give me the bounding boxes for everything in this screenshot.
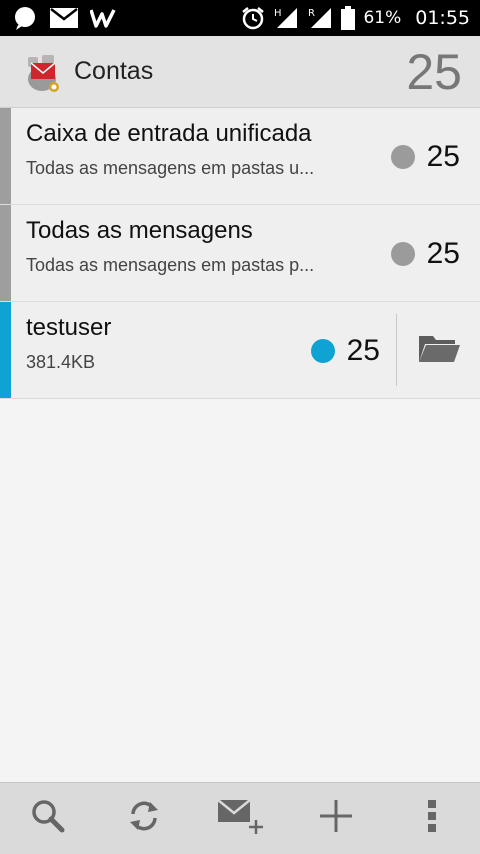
folder-icon bbox=[417, 332, 461, 369]
clock: 01:55 bbox=[415, 7, 470, 29]
account-title: Caixa de entrada unificada bbox=[26, 120, 312, 147]
unread-count: 25 bbox=[426, 236, 460, 270]
account-subtitle: Todas as mensagens em pastas u... bbox=[26, 158, 315, 178]
battery-icon bbox=[341, 6, 356, 30]
w-app-icon bbox=[90, 8, 116, 28]
unread-dot-icon bbox=[390, 144, 415, 169]
account-list: Caixa de entrada unificada Todas as mens… bbox=[0, 108, 480, 399]
account-title: Todas as mensagens bbox=[26, 217, 253, 244]
refresh-button[interactable] bbox=[114, 789, 174, 849]
add-account-button[interactable] bbox=[306, 789, 366, 849]
signal-r-icon: R bbox=[307, 6, 333, 30]
signal-h-icon: H bbox=[273, 6, 299, 30]
bottom-toolbar bbox=[0, 782, 480, 854]
unread-count: 25 bbox=[346, 333, 380, 367]
alarm-icon bbox=[241, 6, 265, 30]
gmail-icon bbox=[50, 8, 78, 28]
unread-dot-icon bbox=[310, 338, 335, 363]
action-bar: Contas 25 bbox=[0, 36, 480, 108]
unread-indicator: 25 bbox=[390, 108, 460, 205]
account-subtitle: Todas as mensagens em pastas p... bbox=[26, 255, 315, 275]
unread-dot-icon bbox=[390, 241, 415, 266]
add-icon bbox=[318, 798, 354, 839]
unread-indicator: 25 bbox=[390, 205, 460, 302]
unread-indicator: 25 bbox=[310, 302, 380, 399]
account-color-stripe bbox=[0, 205, 11, 301]
account-row-all-messages[interactable]: Todas as mensagens Todas as mensagens em… bbox=[0, 205, 480, 302]
folders-button[interactable] bbox=[398, 302, 480, 399]
svg-text:R: R bbox=[308, 8, 315, 19]
battery-percent: 61% bbox=[363, 8, 402, 28]
refresh-icon bbox=[126, 798, 162, 839]
search-icon bbox=[30, 798, 66, 839]
status-bar: H R 61% 01:55 bbox=[0, 0, 480, 36]
account-row-testuser[interactable]: testuser 381.4KB 25 bbox=[0, 302, 480, 399]
overflow-menu-button[interactable] bbox=[402, 789, 462, 849]
app-logo-icon[interactable] bbox=[22, 49, 64, 95]
signal-messenger-icon bbox=[12, 5, 38, 31]
search-button[interactable] bbox=[18, 789, 78, 849]
account-row-unified-inbox[interactable]: Caixa de entrada unificada Todas as mens… bbox=[0, 108, 480, 205]
total-unread-count: 25 bbox=[406, 43, 462, 100]
unread-count: 25 bbox=[426, 139, 460, 173]
page-title: Contas bbox=[74, 57, 154, 85]
compose-icon bbox=[216, 796, 264, 841]
account-color-stripe bbox=[0, 108, 11, 204]
account-color-stripe bbox=[0, 302, 11, 398]
overflow-menu-icon bbox=[426, 798, 438, 839]
compose-button[interactable] bbox=[210, 789, 270, 849]
divider bbox=[396, 314, 397, 386]
svg-text:H: H bbox=[274, 8, 282, 19]
